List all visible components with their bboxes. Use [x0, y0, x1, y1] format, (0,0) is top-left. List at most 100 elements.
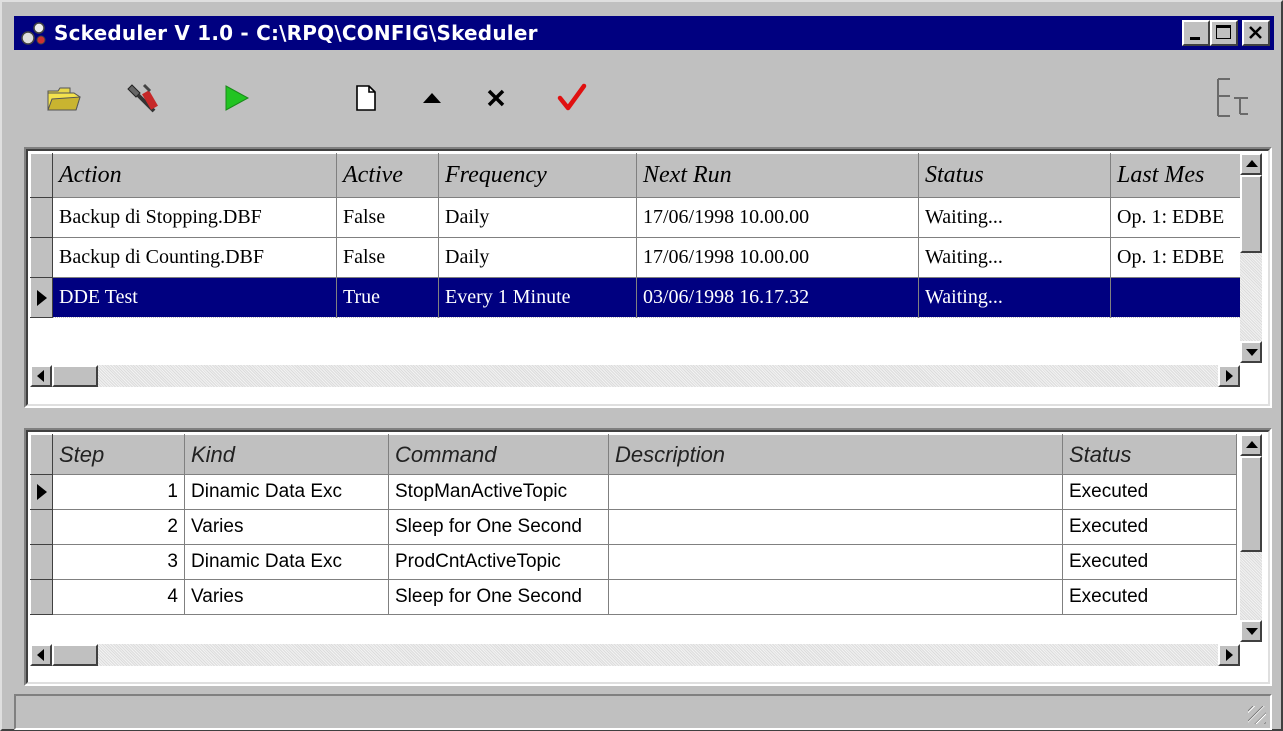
- cell-action[interactable]: Backup di Stopping.DBF: [52, 197, 337, 238]
- cell-description[interactable]: [608, 544, 1063, 580]
- delete-button[interactable]: [472, 74, 520, 122]
- actions-grid[interactable]: Action Active Frequency Next Run Status …: [24, 147, 1272, 408]
- move-up-button[interactable]: [408, 74, 456, 122]
- column-header-step[interactable]: Step: [52, 434, 185, 475]
- cell-last-message[interactable]: [1110, 277, 1245, 318]
- resize-grip-icon[interactable]: [1248, 706, 1266, 724]
- scroll-down-button[interactable]: [1240, 341, 1262, 363]
- table-row-selected[interactable]: 1 Dinamic Data Exc StopManActiveTopic Ex…: [30, 474, 1237, 510]
- column-header-next-run[interactable]: Next Run: [636, 153, 919, 198]
- cell-description[interactable]: [608, 509, 1063, 545]
- steps-grid[interactable]: Step Kind Command Description Status 1 D…: [24, 428, 1272, 686]
- cell-step[interactable]: 4: [52, 579, 185, 615]
- column-header-status[interactable]: Status: [918, 153, 1111, 198]
- table-row[interactable]: 3 Dinamic Data Exc ProdCntActiveTopic Ex…: [30, 544, 1237, 580]
- confirm-button[interactable]: [548, 74, 596, 122]
- cell-active[interactable]: True: [336, 277, 439, 318]
- cell-step[interactable]: 2: [52, 509, 185, 545]
- cell-kind[interactable]: Varies: [184, 579, 389, 615]
- cell-action[interactable]: Backup di Counting.DBF: [52, 237, 337, 278]
- row-indicator[interactable]: [30, 544, 53, 580]
- cell-next-run[interactable]: 17/06/1998 10.00.00: [636, 197, 919, 238]
- scroll-thumb[interactable]: [1240, 175, 1262, 253]
- cell-status[interactable]: Executed: [1062, 579, 1237, 615]
- scroll-thumb[interactable]: [1240, 456, 1262, 552]
- minimize-button[interactable]: [1182, 20, 1210, 46]
- cell-step[interactable]: 1: [52, 474, 185, 510]
- cell-last-message[interactable]: Op. 1: EDBE: [1110, 237, 1245, 278]
- scroll-up-button[interactable]: [1240, 153, 1262, 175]
- scroll-thumb[interactable]: [52, 644, 98, 666]
- cell-status[interactable]: Executed: [1062, 509, 1237, 545]
- cell-frequency[interactable]: Daily: [438, 237, 637, 278]
- row-indicator[interactable]: [30, 197, 53, 238]
- row-indicator[interactable]: [30, 509, 53, 545]
- cell-command[interactable]: ProdCntActiveTopic: [388, 544, 609, 580]
- column-header-command[interactable]: Command: [388, 434, 609, 475]
- column-header-active[interactable]: Active: [336, 153, 439, 198]
- column-header-status[interactable]: Status: [1062, 434, 1237, 475]
- scroll-up-button[interactable]: [1240, 434, 1262, 456]
- table-row-selected[interactable]: DDE Test True Every 1 Minute 03/06/1998 …: [30, 277, 1245, 318]
- maximize-button[interactable]: [1210, 20, 1238, 46]
- scroll-left-button[interactable]: [30, 644, 52, 666]
- table-row[interactable]: 2 Varies Sleep for One Second Executed: [30, 509, 1237, 545]
- cell-next-run[interactable]: 03/06/1998 16.17.32: [636, 277, 919, 318]
- scroll-left-button[interactable]: [30, 365, 52, 387]
- table-row[interactable]: Backup di Counting.DBF False Daily 17/06…: [30, 237, 1245, 278]
- cell-status[interactable]: Executed: [1062, 544, 1237, 580]
- table-row[interactable]: 4 Varies Sleep for One Second Executed: [30, 579, 1237, 615]
- column-header-kind[interactable]: Kind: [184, 434, 389, 475]
- cell-description[interactable]: [608, 474, 1063, 510]
- cell-command[interactable]: StopManActiveTopic: [388, 474, 609, 510]
- cell-active[interactable]: False: [336, 197, 439, 238]
- scroll-up-icon: [1246, 441, 1258, 448]
- cell-frequency[interactable]: Every 1 Minute: [438, 277, 637, 318]
- scroll-left-icon: [37, 649, 44, 661]
- close-button[interactable]: [1242, 20, 1270, 46]
- cell-next-run[interactable]: 17/06/1998 10.00.00: [636, 237, 919, 278]
- new-button[interactable]: [342, 74, 390, 122]
- scroll-thumb[interactable]: [52, 365, 98, 387]
- cell-active[interactable]: False: [336, 237, 439, 278]
- cell-status[interactable]: Waiting...: [918, 237, 1111, 278]
- tools-button[interactable]: [120, 74, 168, 122]
- cell-step[interactable]: 3: [52, 544, 185, 580]
- column-header-action[interactable]: Action: [52, 153, 337, 198]
- row-indicator[interactable]: [30, 237, 53, 278]
- maximize-icon: [1216, 25, 1231, 39]
- cell-frequency[interactable]: Daily: [438, 197, 637, 238]
- layout-button[interactable]: [1210, 74, 1258, 122]
- row-indicator[interactable]: [30, 579, 53, 615]
- cell-kind[interactable]: Dinamic Data Exc: [184, 474, 389, 510]
- column-header-description[interactable]: Description: [608, 434, 1063, 475]
- cell-action[interactable]: DDE Test: [52, 277, 337, 318]
- open-button[interactable]: [40, 74, 88, 122]
- actions-vertical-scrollbar[interactable]: [1240, 153, 1262, 363]
- cell-status[interactable]: Waiting...: [918, 277, 1111, 318]
- scroll-right-button[interactable]: [1218, 365, 1240, 387]
- cell-command[interactable]: Sleep for One Second: [388, 579, 609, 615]
- cell-kind[interactable]: Dinamic Data Exc: [184, 544, 389, 580]
- steps-vertical-scrollbar[interactable]: [1240, 434, 1262, 642]
- tools-icon: [127, 83, 158, 113]
- main-window: Sckeduler V 1.0 - C:\RPQ\CONFIG\Skeduler: [0, 0, 1283, 731]
- table-row[interactable]: Backup di Stopping.DBF False Daily 17/06…: [30, 197, 1245, 238]
- run-button[interactable]: [212, 74, 260, 122]
- steps-header-row: Step Kind Command Description Status: [30, 434, 1237, 475]
- cell-description[interactable]: [608, 579, 1063, 615]
- cell-kind[interactable]: Varies: [184, 509, 389, 545]
- actions-horizontal-scrollbar[interactable]: [30, 365, 1240, 387]
- column-header-last-message[interactable]: Last Mes: [1110, 153, 1245, 198]
- cell-status[interactable]: Executed: [1062, 474, 1237, 510]
- row-indicator[interactable]: [30, 474, 53, 510]
- cell-last-message[interactable]: Op. 1: EDBE: [1110, 197, 1245, 238]
- cell-command[interactable]: Sleep for One Second: [388, 509, 609, 545]
- cell-status[interactable]: Waiting...: [918, 197, 1111, 238]
- scroll-down-button[interactable]: [1240, 620, 1262, 642]
- column-header-frequency[interactable]: Frequency: [438, 153, 637, 198]
- steps-horizontal-scrollbar[interactable]: [30, 644, 1240, 666]
- row-indicator[interactable]: [30, 277, 53, 318]
- scroll-right-button[interactable]: [1218, 644, 1240, 666]
- title-bar[interactable]: Sckeduler V 1.0 - C:\RPQ\CONFIG\Skeduler: [14, 16, 1274, 50]
